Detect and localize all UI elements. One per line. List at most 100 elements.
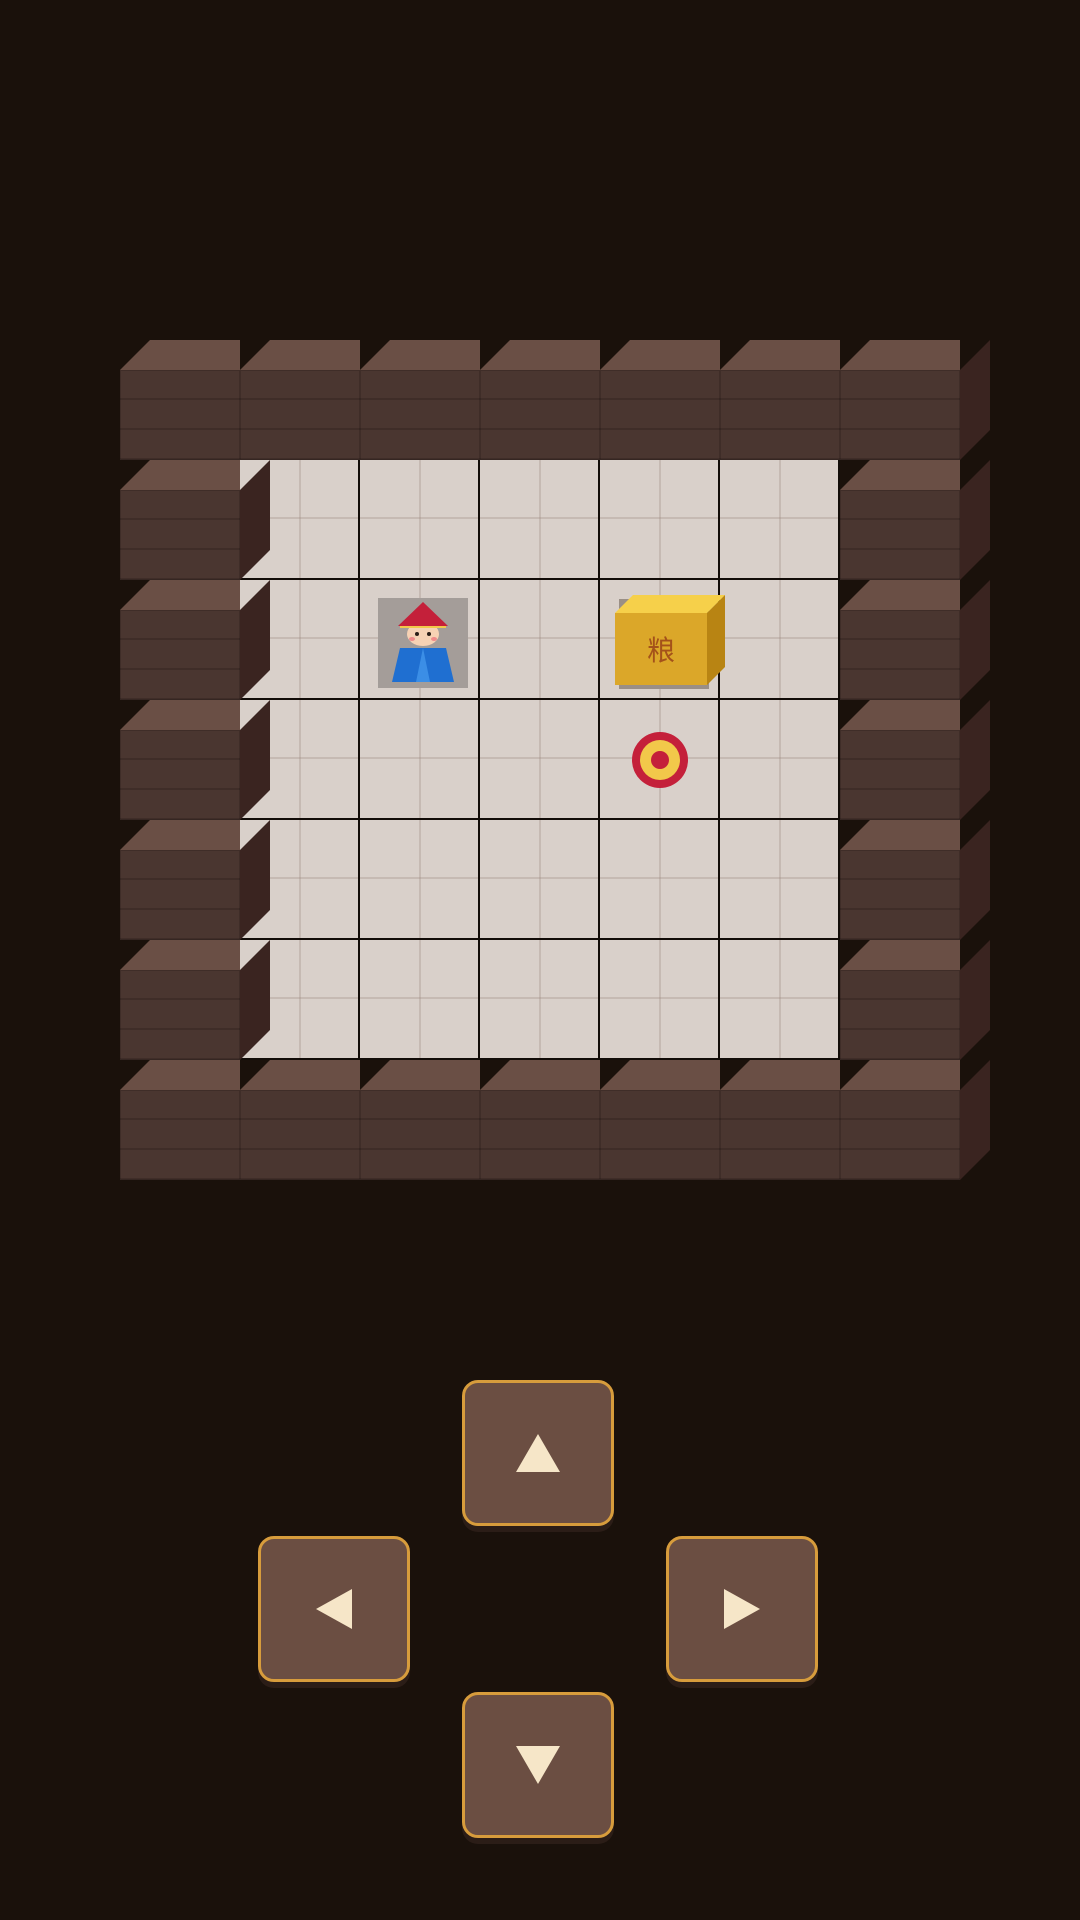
wall-top (120, 700, 240, 730)
wall-top (840, 700, 960, 730)
wall-block (720, 340, 840, 460)
floor-tile (600, 820, 720, 940)
wall-top (840, 580, 960, 610)
wall-front (720, 370, 840, 460)
move-up-button[interactable] (462, 1380, 614, 1526)
arrow-up-icon (516, 1434, 560, 1472)
player-cheek-left (409, 637, 415, 641)
crate-front: 粮 (615, 613, 707, 685)
player-eye-right (427, 632, 431, 636)
wall-block (840, 1060, 990, 1180)
wall-top (480, 340, 600, 370)
wall-front (120, 610, 240, 700)
floor-tile (360, 820, 480, 940)
crate-label: 粮 (646, 634, 675, 667)
wall-block (840, 340, 990, 460)
floor-tile (360, 700, 480, 820)
wall-top (840, 1060, 960, 1090)
wall-front (120, 1090, 240, 1180)
wall-block (600, 1060, 720, 1180)
wall-block (120, 460, 270, 580)
game-board: 粮 (120, 340, 1020, 1180)
crate-top (615, 595, 725, 613)
floor-tile (720, 820, 840, 940)
arrow-right-icon (724, 1589, 760, 1629)
wall-block (840, 940, 990, 1060)
wall-block (240, 340, 360, 460)
wall-top (360, 340, 480, 370)
wall-top (120, 580, 240, 610)
wall-top (120, 820, 240, 850)
floor-tile (720, 940, 840, 1060)
wall-block (840, 700, 990, 820)
wall-top (120, 1060, 240, 1090)
wall-top (120, 460, 240, 490)
wall-top (360, 1060, 480, 1090)
wall-front (600, 370, 720, 460)
wall-top (840, 940, 960, 970)
wall-block (120, 700, 270, 820)
wall-top (120, 940, 240, 970)
wall-block (480, 1060, 600, 1180)
wall-front (840, 1090, 960, 1180)
player-hat (398, 602, 448, 626)
move-right-button[interactable] (666, 1536, 818, 1682)
game-screen: 粮 (0, 0, 1080, 1920)
wall-side (960, 460, 990, 580)
wall-front (840, 970, 960, 1060)
wall-top (600, 1060, 720, 1090)
wall-top (840, 820, 960, 850)
wall-front (120, 850, 240, 940)
wall-block (120, 940, 270, 1060)
goal-target-center (651, 751, 669, 769)
player-cheek-right (431, 637, 437, 641)
wall-front (120, 490, 240, 580)
wall-block (480, 340, 600, 460)
player-sprite (392, 602, 454, 682)
floor-tile (720, 580, 840, 700)
move-down-button[interactable] (462, 1692, 614, 1838)
wall-front (840, 490, 960, 580)
arrow-down-icon (516, 1746, 560, 1784)
wall-top (480, 1060, 600, 1090)
wall-front (600, 1090, 720, 1180)
wall-front (840, 850, 960, 940)
wall-top (840, 340, 960, 370)
wall-front (360, 1090, 480, 1180)
wall-block (120, 580, 270, 700)
floor-tile (480, 460, 600, 580)
wall-block (120, 1060, 240, 1180)
floor-tile (480, 580, 600, 700)
wall-top (720, 340, 840, 370)
wall-block (840, 820, 990, 940)
wall-front (840, 610, 960, 700)
floor-tile (720, 700, 840, 820)
player-character (378, 598, 468, 688)
floor-tile (360, 460, 480, 580)
wall-side (960, 340, 990, 460)
wall-block (360, 340, 480, 460)
wall-front (120, 730, 240, 820)
wall-top (720, 1060, 840, 1090)
wall-front (840, 370, 960, 460)
wall-front (360, 370, 480, 460)
wall-block (240, 1060, 360, 1180)
floor-tile (360, 940, 480, 1060)
wall-front (120, 370, 240, 460)
floor-tile (600, 460, 720, 580)
floor-tile (480, 700, 600, 820)
wall-block (600, 340, 720, 460)
move-left-button[interactable] (258, 1536, 410, 1682)
wall-block (120, 340, 240, 460)
wall-top (600, 340, 720, 370)
wall-top (240, 340, 360, 370)
wall-front (240, 1090, 360, 1180)
wall-front (720, 1090, 840, 1180)
wall-front (840, 730, 960, 820)
wall-side (960, 940, 990, 1060)
wall-side (960, 820, 990, 940)
arrow-left-icon (316, 1589, 352, 1629)
wall-top (840, 460, 960, 490)
floor-tile (480, 820, 600, 940)
wall-block (720, 1060, 840, 1180)
